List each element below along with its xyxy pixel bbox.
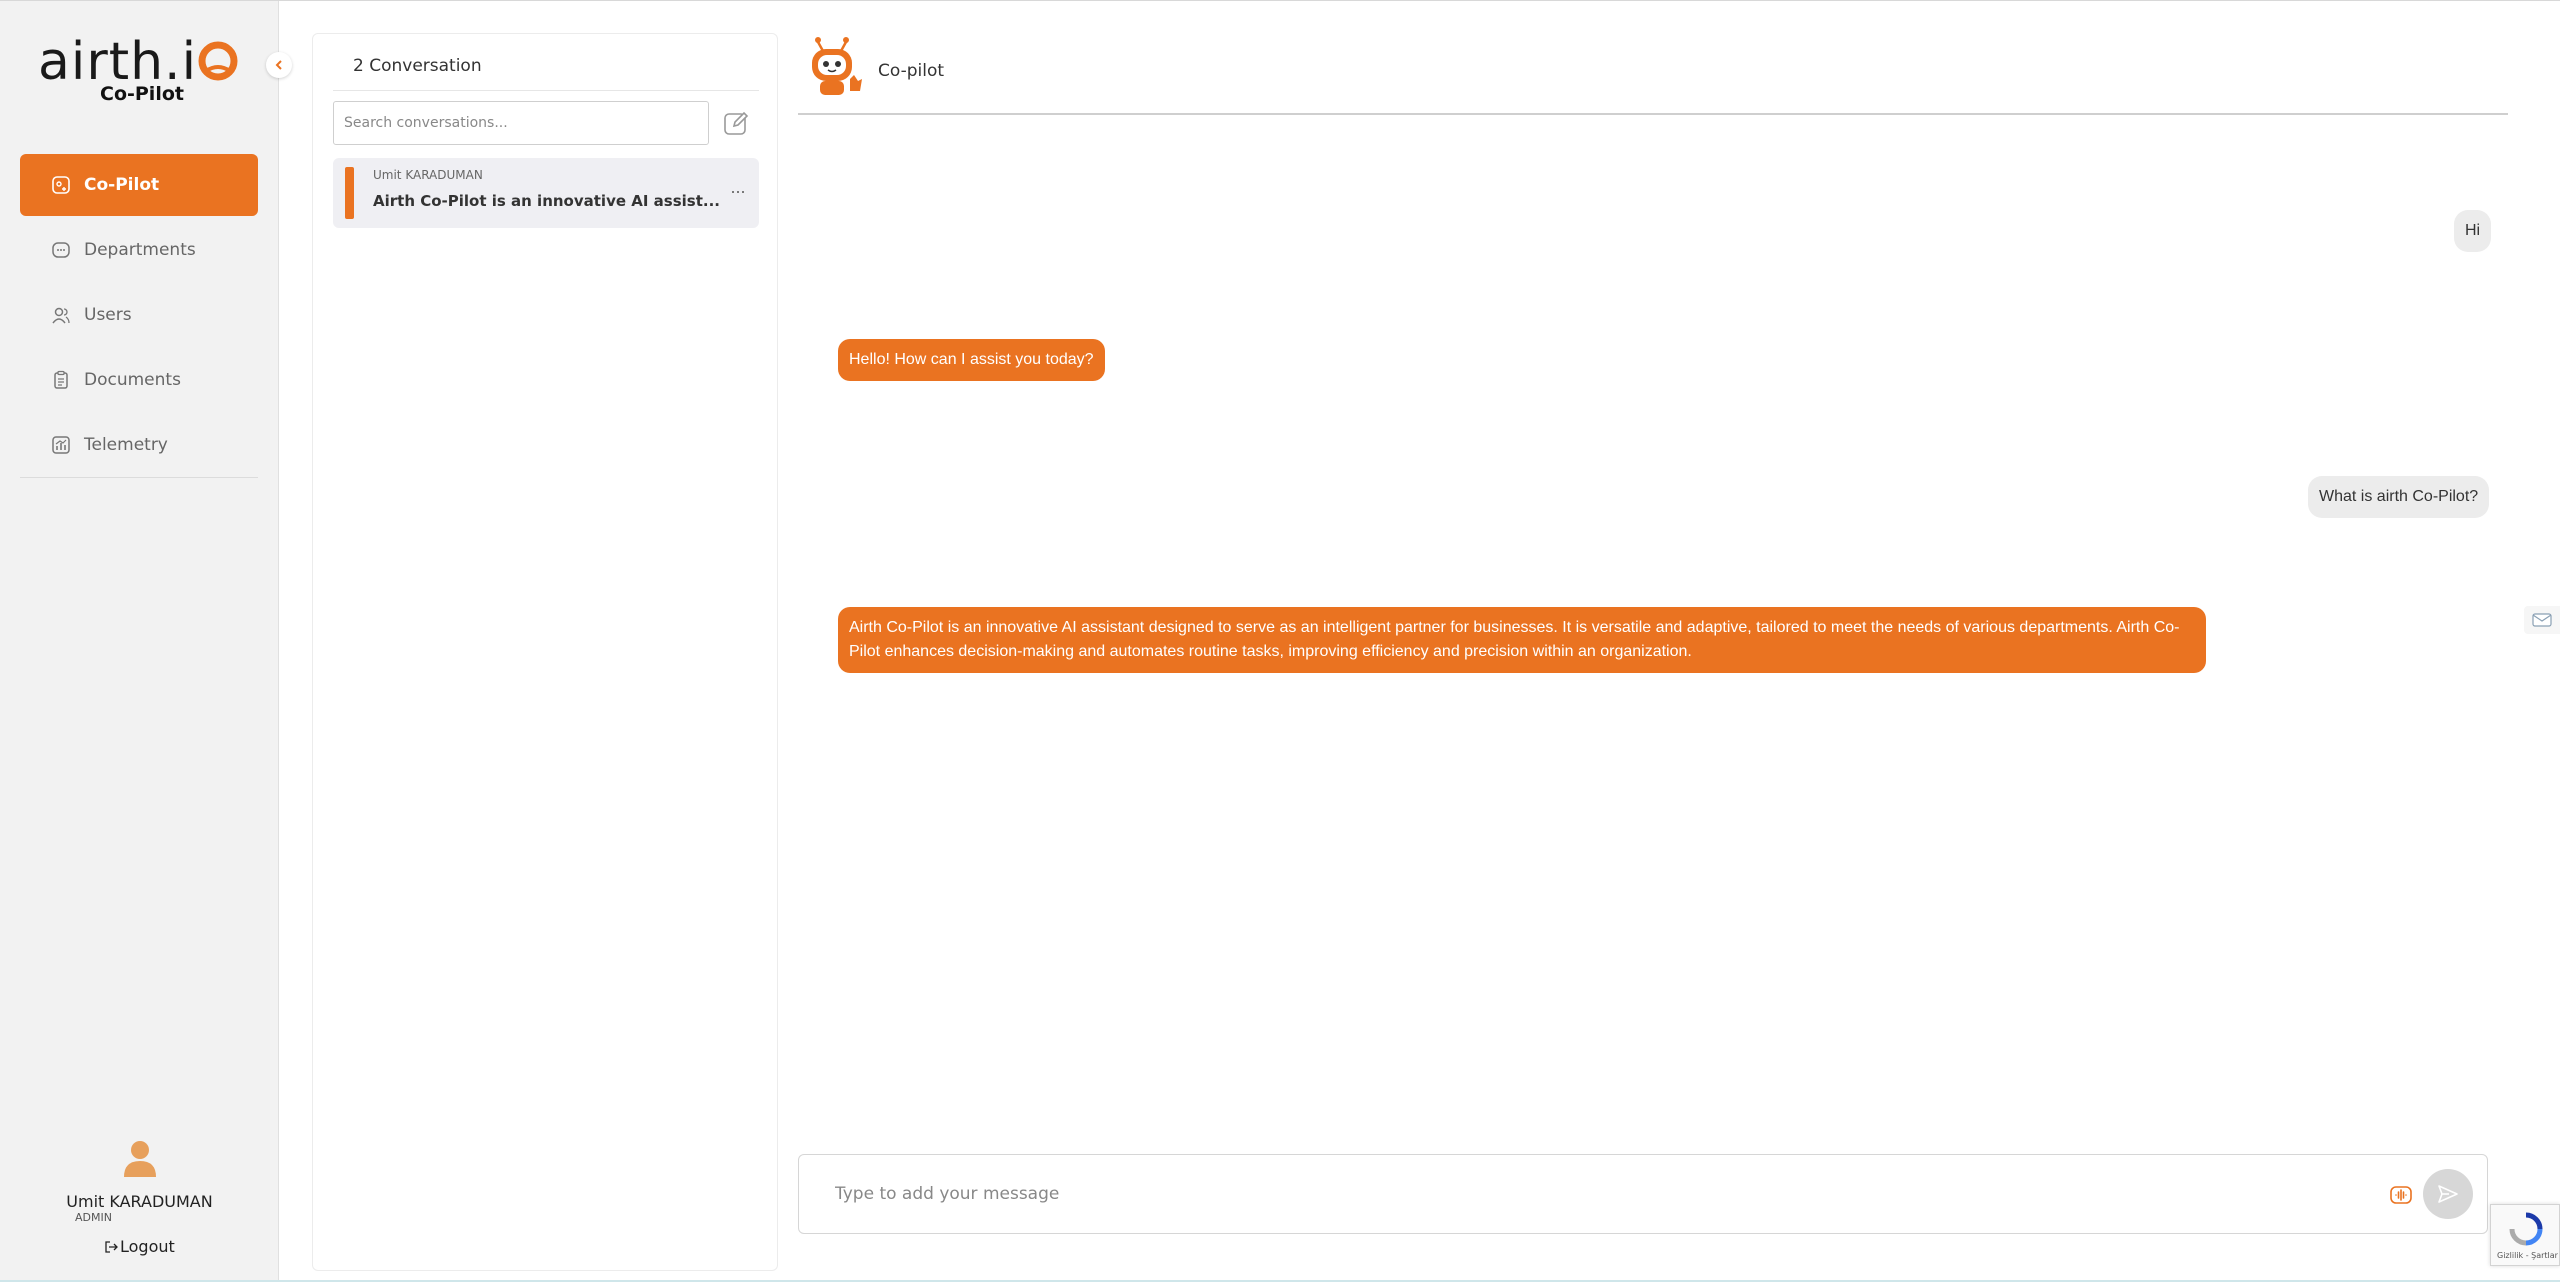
edit-icon xyxy=(724,111,749,135)
avatar xyxy=(123,1141,156,1177)
recaptcha-badge[interactable]: Gizlilik - Şartlar xyxy=(2490,1204,2560,1266)
mail-icon xyxy=(2532,613,2552,627)
bot-name: Co-pilot xyxy=(878,61,945,81)
message-input[interactable] xyxy=(835,1177,2335,1211)
sidebar-item-label: Telemetry xyxy=(84,435,168,455)
copilot-robot-icon xyxy=(812,37,862,95)
users-icon xyxy=(50,304,72,326)
conversation-list-item[interactable]: Umit KARADUMAN Airth Co-Pilot is an inno… xyxy=(333,158,759,228)
recaptcha-icon xyxy=(2509,1212,2543,1246)
sidebar-item-documents[interactable]: Documents xyxy=(20,349,258,411)
user-message: Hi xyxy=(2454,210,2492,252)
user-name: Umit KARADUMAN xyxy=(66,1192,213,1211)
side-widget-tab[interactable] xyxy=(2524,606,2560,634)
brand-logo: airth.i Co-Pilot xyxy=(38,31,248,111)
sidebar-item-users[interactable]: Users xyxy=(20,284,258,346)
departments-icon xyxy=(50,239,72,261)
sidebar-item-telemetry[interactable]: Telemetry xyxy=(20,414,258,476)
new-conversation-button[interactable] xyxy=(719,106,753,140)
user-message: What is airth Co-Pilot? xyxy=(2308,476,2490,518)
copilot-icon xyxy=(50,174,72,196)
logout-label: Logout xyxy=(120,1237,175,1256)
logo-subtitle: Co-Pilot xyxy=(100,83,184,105)
bot-message: Airth Co-Pilot is an innovative AI assis… xyxy=(838,607,2206,673)
logout-icon xyxy=(104,1240,118,1254)
voice-input-button[interactable] xyxy=(2389,1183,2413,1207)
send-icon xyxy=(2438,1185,2458,1203)
collapse-sidebar-button[interactable] xyxy=(266,52,292,78)
sidebar-item-label: Documents xyxy=(84,370,181,390)
active-indicator xyxy=(345,167,354,219)
sidebar-nav: Co-Pilot Departments Users Documents Tel… xyxy=(20,154,258,479)
nav-divider xyxy=(20,477,258,478)
user-profile: Umit KARADUMAN ADMIN Logout xyxy=(0,1139,279,1256)
user-role: ADMIN xyxy=(75,1211,112,1224)
chat-header: Co-pilot xyxy=(798,33,2508,115)
sidebar-item-label: Co-Pilot xyxy=(84,175,160,195)
sidebar-item-departments[interactable]: Departments xyxy=(20,219,258,281)
message-composer xyxy=(798,1154,2488,1234)
bot-message: Hello! How can I assist you today? xyxy=(838,339,1105,381)
sidebar-item-copilot[interactable]: Co-Pilot xyxy=(20,154,258,216)
conversation-panel: 2 Conversation Umit KARADUMAN Airth Co-P… xyxy=(312,33,778,1271)
sidebar-item-label: Users xyxy=(84,305,132,325)
documents-icon xyxy=(50,369,72,391)
recaptcha-footer[interactable]: Gizlilik - Şartlar xyxy=(2497,1251,2558,1260)
sidebar-item-label: Departments xyxy=(84,240,196,260)
microphone-icon xyxy=(2390,1186,2412,1204)
conversation-user: Umit KARADUMAN xyxy=(373,168,483,182)
send-button[interactable] xyxy=(2423,1169,2473,1219)
logout-button[interactable]: Logout xyxy=(104,1237,175,1256)
more-options-button[interactable]: ... xyxy=(725,176,751,202)
conversation-count: 2 Conversation xyxy=(353,56,482,76)
sidebar: airth.i Co-Pilot Co-Pilot Departments Us… xyxy=(0,1,279,1282)
divider xyxy=(333,90,759,91)
conversation-title: Airth Co-Pilot is an innovative AI assis… xyxy=(373,192,720,210)
chevron-left-icon xyxy=(275,60,282,70)
top-border xyxy=(0,0,2560,1)
logo-ring-icon xyxy=(198,41,238,81)
search-conversations-input[interactable] xyxy=(333,101,709,145)
telemetry-icon xyxy=(50,434,72,456)
